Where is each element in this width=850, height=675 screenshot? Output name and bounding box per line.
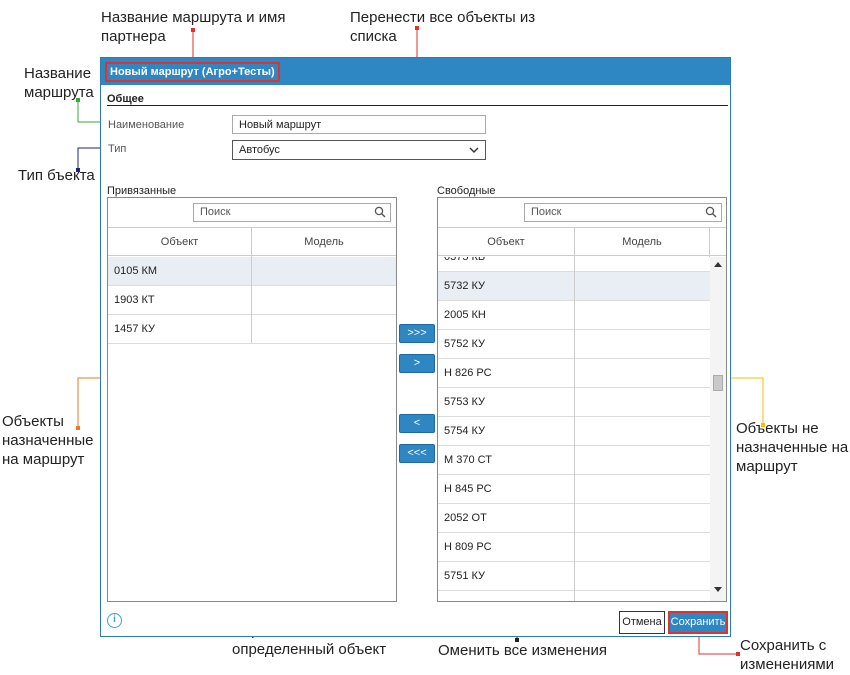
scroll-down-icon[interactable] (714, 587, 722, 593)
object-cell: 1457 КУ (114, 323, 156, 335)
object-cell: 1903 КТ (114, 294, 155, 306)
callout-move-all: Перенести все объекты из списка (350, 9, 536, 45)
free-rows-viewport: 0375 КВ 5732 КУ 2005 КН 5752 КУ Н 826 РС 5753… (438, 257, 710, 601)
object-cell: 5752 КУ (444, 338, 486, 350)
object-cell: 5753 КУ (444, 396, 486, 408)
type-row: Тип Автобус (104, 139, 488, 161)
free-column-divider (574, 257, 575, 601)
free-col-object[interactable]: Объект (438, 228, 574, 257)
section-title: Общее (107, 93, 144, 105)
annotated-screenshot: Название маршрута и имя партнера Перенес… (0, 0, 850, 675)
callout-type: Тип бъекта (18, 167, 95, 184)
object-cell: 0375 КВ (444, 257, 486, 263)
free-header-row: Объект Модель (438, 227, 726, 257)
callout-route-partner: Название маршрута и имя партнера (101, 9, 286, 45)
callout-cancel: Оменить все изменения (438, 642, 607, 659)
move-all-left-button[interactable]: <<< (399, 444, 435, 463)
chevron-down-icon (469, 147, 479, 153)
save-button[interactable]: Сохранить (668, 611, 728, 634)
dialog-titlebar: Новый маршрут (Агро+Тесты) (101, 58, 730, 85)
type-select-value: Автобус (239, 144, 280, 156)
move-one-left-button[interactable]: < (399, 414, 435, 433)
table-row[interactable]: 1903 КТ (108, 286, 396, 315)
name-row: Наименование Новый маршрут (104, 114, 488, 134)
object-cell: М 370 СТ (444, 454, 492, 466)
type-label: Тип (108, 143, 127, 155)
callout-unassigned: Объекты не назначенные на маршрут (736, 420, 849, 475)
object-cell: 2052 ОТ (444, 512, 487, 524)
route-dialog: Новый маршрут (Агро+Тесты) Общее Наимено… (100, 57, 731, 637)
dialog-title: Новый маршрут (Агро+Тесты) (105, 62, 280, 82)
assigned-header-row: Объект Модель (108, 227, 396, 257)
object-cell: Н 845 РС (444, 483, 492, 495)
scrollbar-thumb[interactable] (713, 375, 723, 391)
free-grid: Поиск Объект Модель 0375 КВ 5732 КУ 2005 К… (437, 197, 727, 602)
free-scrollbar[interactable] (710, 257, 726, 601)
object-cell: 5732 КУ (444, 280, 486, 292)
object-cell: 0105 КМ (114, 265, 158, 277)
name-label: Наименование (108, 119, 185, 131)
callout-save: Сохранить с изменениями (740, 637, 835, 673)
free-title: Свободные (437, 185, 496, 197)
assigned-search-input[interactable]: Поиск (193, 203, 391, 222)
assigned-search-placeholder: Поиск (200, 206, 231, 218)
assigned-column-divider (251, 256, 252, 343)
object-cell: 5754 КУ (444, 425, 486, 437)
scroll-up-icon[interactable] (714, 261, 722, 267)
table-row[interactable]: 1457 КУ (108, 315, 396, 344)
assigned-panel: Привязанные Поиск Объект Модель 0105 КМ 1… (105, 185, 398, 603)
move-all-right-button[interactable]: >>> (399, 324, 435, 343)
free-col-model[interactable]: Модель (574, 228, 710, 257)
info-icon[interactable]: i (107, 613, 122, 628)
move-one-right-button[interactable]: > (399, 354, 435, 373)
assigned-col-object[interactable]: Объект (108, 228, 251, 257)
callout-assigned: Объекты назначенные на маршрут (2, 413, 94, 468)
callout-route-name: Название маршрута (24, 65, 94, 101)
table-row[interactable]: 0105 КМ (108, 257, 396, 286)
search-icon[interactable] (705, 206, 717, 218)
free-search-placeholder: Поиск (531, 206, 562, 218)
object-cell: Н 826 РС (444, 367, 492, 379)
free-search-input[interactable]: Поиск (524, 203, 722, 222)
name-field[interactable]: Новый маршрут (232, 115, 486, 134)
object-cell: 5751 КУ (444, 570, 486, 582)
type-select[interactable]: Автобус (232, 140, 486, 160)
free-panel: Свободные Поиск Объект Модель 0375 КВ 573… (435, 185, 729, 603)
assigned-grid: Поиск Объект Модель 0105 КМ 1903 КТ 1457 К… (107, 197, 397, 602)
assigned-col-model[interactable]: Модель (251, 228, 396, 257)
section-divider (107, 105, 728, 106)
search-icon[interactable] (374, 206, 386, 218)
object-cell: 2005 КН (444, 309, 486, 321)
cancel-button[interactable]: Отмена (619, 611, 665, 634)
assigned-title: Привязанные (107, 185, 177, 197)
object-cell: Н 809 РС (444, 541, 492, 553)
